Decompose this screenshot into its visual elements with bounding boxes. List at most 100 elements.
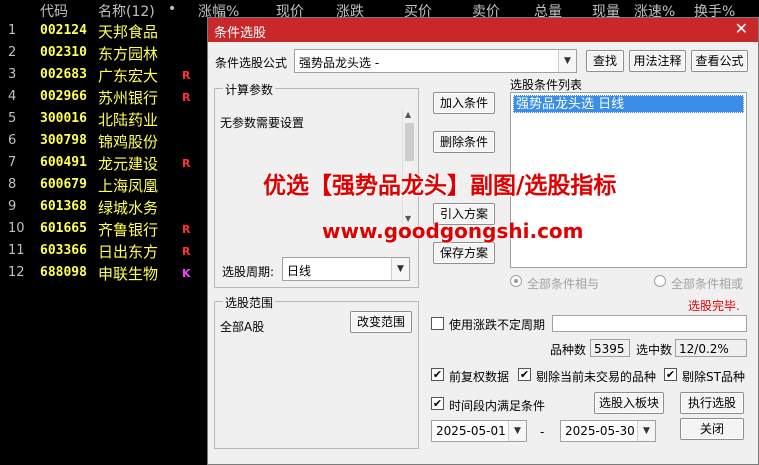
stock-row[interactable]: 6 300798 锦鸡股份 <box>0 130 210 152</box>
stock-code: 603366 <box>40 243 87 258</box>
formula-label: 条件选股公式 <box>215 56 288 70</box>
stock-row[interactable]: 2 002310 东方园林 <box>0 42 210 64</box>
stock-flag: K <box>182 267 191 280</box>
period-label: 选股周期: <box>222 265 275 279</box>
stock-name: 龙元建设 <box>98 155 159 173</box>
pre-adjust-label: 前复权数据 <box>449 370 510 384</box>
remove-untraded-checkbox[interactable]: ✔ <box>518 368 531 381</box>
save-plan-button[interactable]: 保存方案 <box>433 242 495 264</box>
time-range-label: 时间段内满足条件 <box>449 399 546 413</box>
date-to-picker[interactable]: 2025-05-30 ▼ <box>560 420 656 442</box>
count-label: 品种数 <box>550 343 587 357</box>
dialog-titlebar[interactable]: 条件选股 ✕ <box>208 18 758 42</box>
row-number: 9 <box>8 199 17 214</box>
stock-name: 锦鸡股份 <box>98 133 159 151</box>
stock-row[interactable]: 5 300016 北陆药业 <box>0 108 210 130</box>
all-or-label: 全部条件相或 <box>671 277 744 291</box>
uncertain-period-checkbox[interactable] <box>431 317 444 330</box>
formula-select[interactable]: 强势品龙头选 - ▼ <box>294 49 577 73</box>
stock-flag: R <box>182 69 191 82</box>
row-number: 2 <box>8 45 17 60</box>
time-range-checkbox[interactable]: ✔ <box>431 397 444 410</box>
row-number: 1 <box>8 23 17 38</box>
stock-flag: R <box>182 91 191 104</box>
date-from-value: 2025-05-01 <box>436 424 506 438</box>
stock-code: 002966 <box>40 89 87 104</box>
view-formula-button[interactable]: 查看公式 <box>691 50 748 72</box>
stock-row[interactable]: 10 601665 齐鲁银行 R <box>0 218 210 240</box>
chevron-down-icon[interactable]: ▼ <box>637 421 655 441</box>
col-code[interactable]: 代码 <box>40 1 68 21</box>
stock-name: 日出东方 <box>98 243 159 261</box>
stock-code: 002683 <box>40 67 87 82</box>
stock-name: 广东宏大 <box>98 67 159 85</box>
close-button[interactable]: 关闭 <box>680 418 744 440</box>
chevron-down-icon[interactable]: ▼ <box>508 421 526 441</box>
pre-adjust-checkbox[interactable]: ✔ <box>431 368 444 381</box>
usage-notes-button[interactable]: 用法注释 <box>629 50 686 72</box>
remove-untraded-label: 剔除当前未交易的品种 <box>536 370 657 384</box>
stock-row[interactable]: 9 601368 绿城水务 <box>0 196 210 218</box>
count-value: 5395 <box>590 339 630 357</box>
stock-name: 天邦食品 <box>98 23 159 41</box>
chevron-down-icon[interactable]: ▼ <box>558 50 576 72</box>
stock-code: 688098 <box>40 265 87 280</box>
scope-value: 全部A股 <box>220 320 265 334</box>
scope-group-title: 选股范围 <box>223 294 276 311</box>
stock-row[interactable]: 11 603366 日出东方 R <box>0 240 210 262</box>
row-number: 12 <box>8 265 25 280</box>
stock-flag: R <box>182 245 191 258</box>
col-name[interactable]: 名称(12) <box>98 1 155 21</box>
stock-name: 北陆药业 <box>98 111 159 129</box>
dialog-title: 条件选股 <box>214 26 267 41</box>
selected-label: 选中数 <box>636 343 673 357</box>
delete-condition-button[interactable]: 删除条件 <box>433 131 495 153</box>
date-separator: - <box>540 425 545 439</box>
row-number: 8 <box>8 177 17 192</box>
promo-title: 优选【强势品龙头】副图/选股指标 <box>263 172 617 199</box>
all-and-label: 全部条件相与 <box>527 277 600 291</box>
stock-code: 601665 <box>40 221 87 236</box>
stock-code: 300798 <box>40 133 87 148</box>
chevron-down-icon[interactable]: ▼ <box>391 258 409 280</box>
all-and-radio[interactable] <box>510 275 522 287</box>
row-number: 3 <box>8 67 17 82</box>
period-select[interactable]: 日线 ▼ <box>282 257 410 281</box>
scroll-thumb[interactable] <box>405 123 414 161</box>
stock-row[interactable]: 3 002683 广东宏大 R <box>0 64 210 86</box>
scope-group: 选股范围 全部A股 改变范围 <box>214 294 419 449</box>
params-group-title: 计算参数 <box>223 81 276 98</box>
stock-list: 1 002124 天邦食品 2 002310 东方园林 3 002683 广东宏… <box>0 20 210 284</box>
close-icon[interactable]: ✕ <box>735 19 748 38</box>
select-to-board-button[interactable]: 选股入板块 <box>594 392 664 414</box>
stock-code: 002310 <box>40 45 87 60</box>
stock-name: 申联生物 <box>98 265 159 283</box>
run-select-button[interactable]: 执行选股 <box>680 392 744 414</box>
stock-code: 002124 <box>40 23 87 38</box>
uncertain-period-field[interactable] <box>552 315 747 332</box>
stock-code: 300016 <box>40 111 87 126</box>
row-number: 6 <box>8 133 17 148</box>
stock-row[interactable]: 4 002966 苏州银行 R <box>0 86 210 108</box>
row-number: 10 <box>8 221 25 236</box>
change-scope-button[interactable]: 改变范围 <box>350 311 412 333</box>
remove-st-checkbox[interactable]: ✔ <box>664 368 677 381</box>
condition-item[interactable]: 强势品龙头选 日线 <box>513 95 744 113</box>
stock-code: 600679 <box>40 177 87 192</box>
stock-row[interactable]: 12 688098 申联生物 K <box>0 262 210 284</box>
find-button[interactable]: 查找 <box>586 50 624 72</box>
formula-value: 强势品龙头选 - <box>299 56 380 70</box>
scroll-up-icon[interactable]: ▲ <box>405 110 411 119</box>
all-or-radio[interactable] <box>654 275 666 287</box>
stock-name: 齐鲁银行 <box>98 221 159 239</box>
stock-row[interactable]: 1 002124 天邦食品 <box>0 20 210 42</box>
date-from-picker[interactable]: 2025-05-01 ▼ <box>431 420 527 442</box>
stock-row[interactable]: 8 600679 上海凤凰 <box>0 174 210 196</box>
stock-name: 苏州银行 <box>98 89 159 107</box>
stock-name: 绿城水务 <box>98 199 159 217</box>
uncertain-period-label: 使用涨跌不定周期 <box>449 318 546 332</box>
stock-row[interactable]: 7 600491 龙元建设 R <box>0 152 210 174</box>
stock-code: 600491 <box>40 155 87 170</box>
add-condition-button[interactable]: 加入条件 <box>433 92 495 114</box>
stock-name: 上海凤凰 <box>98 177 159 195</box>
